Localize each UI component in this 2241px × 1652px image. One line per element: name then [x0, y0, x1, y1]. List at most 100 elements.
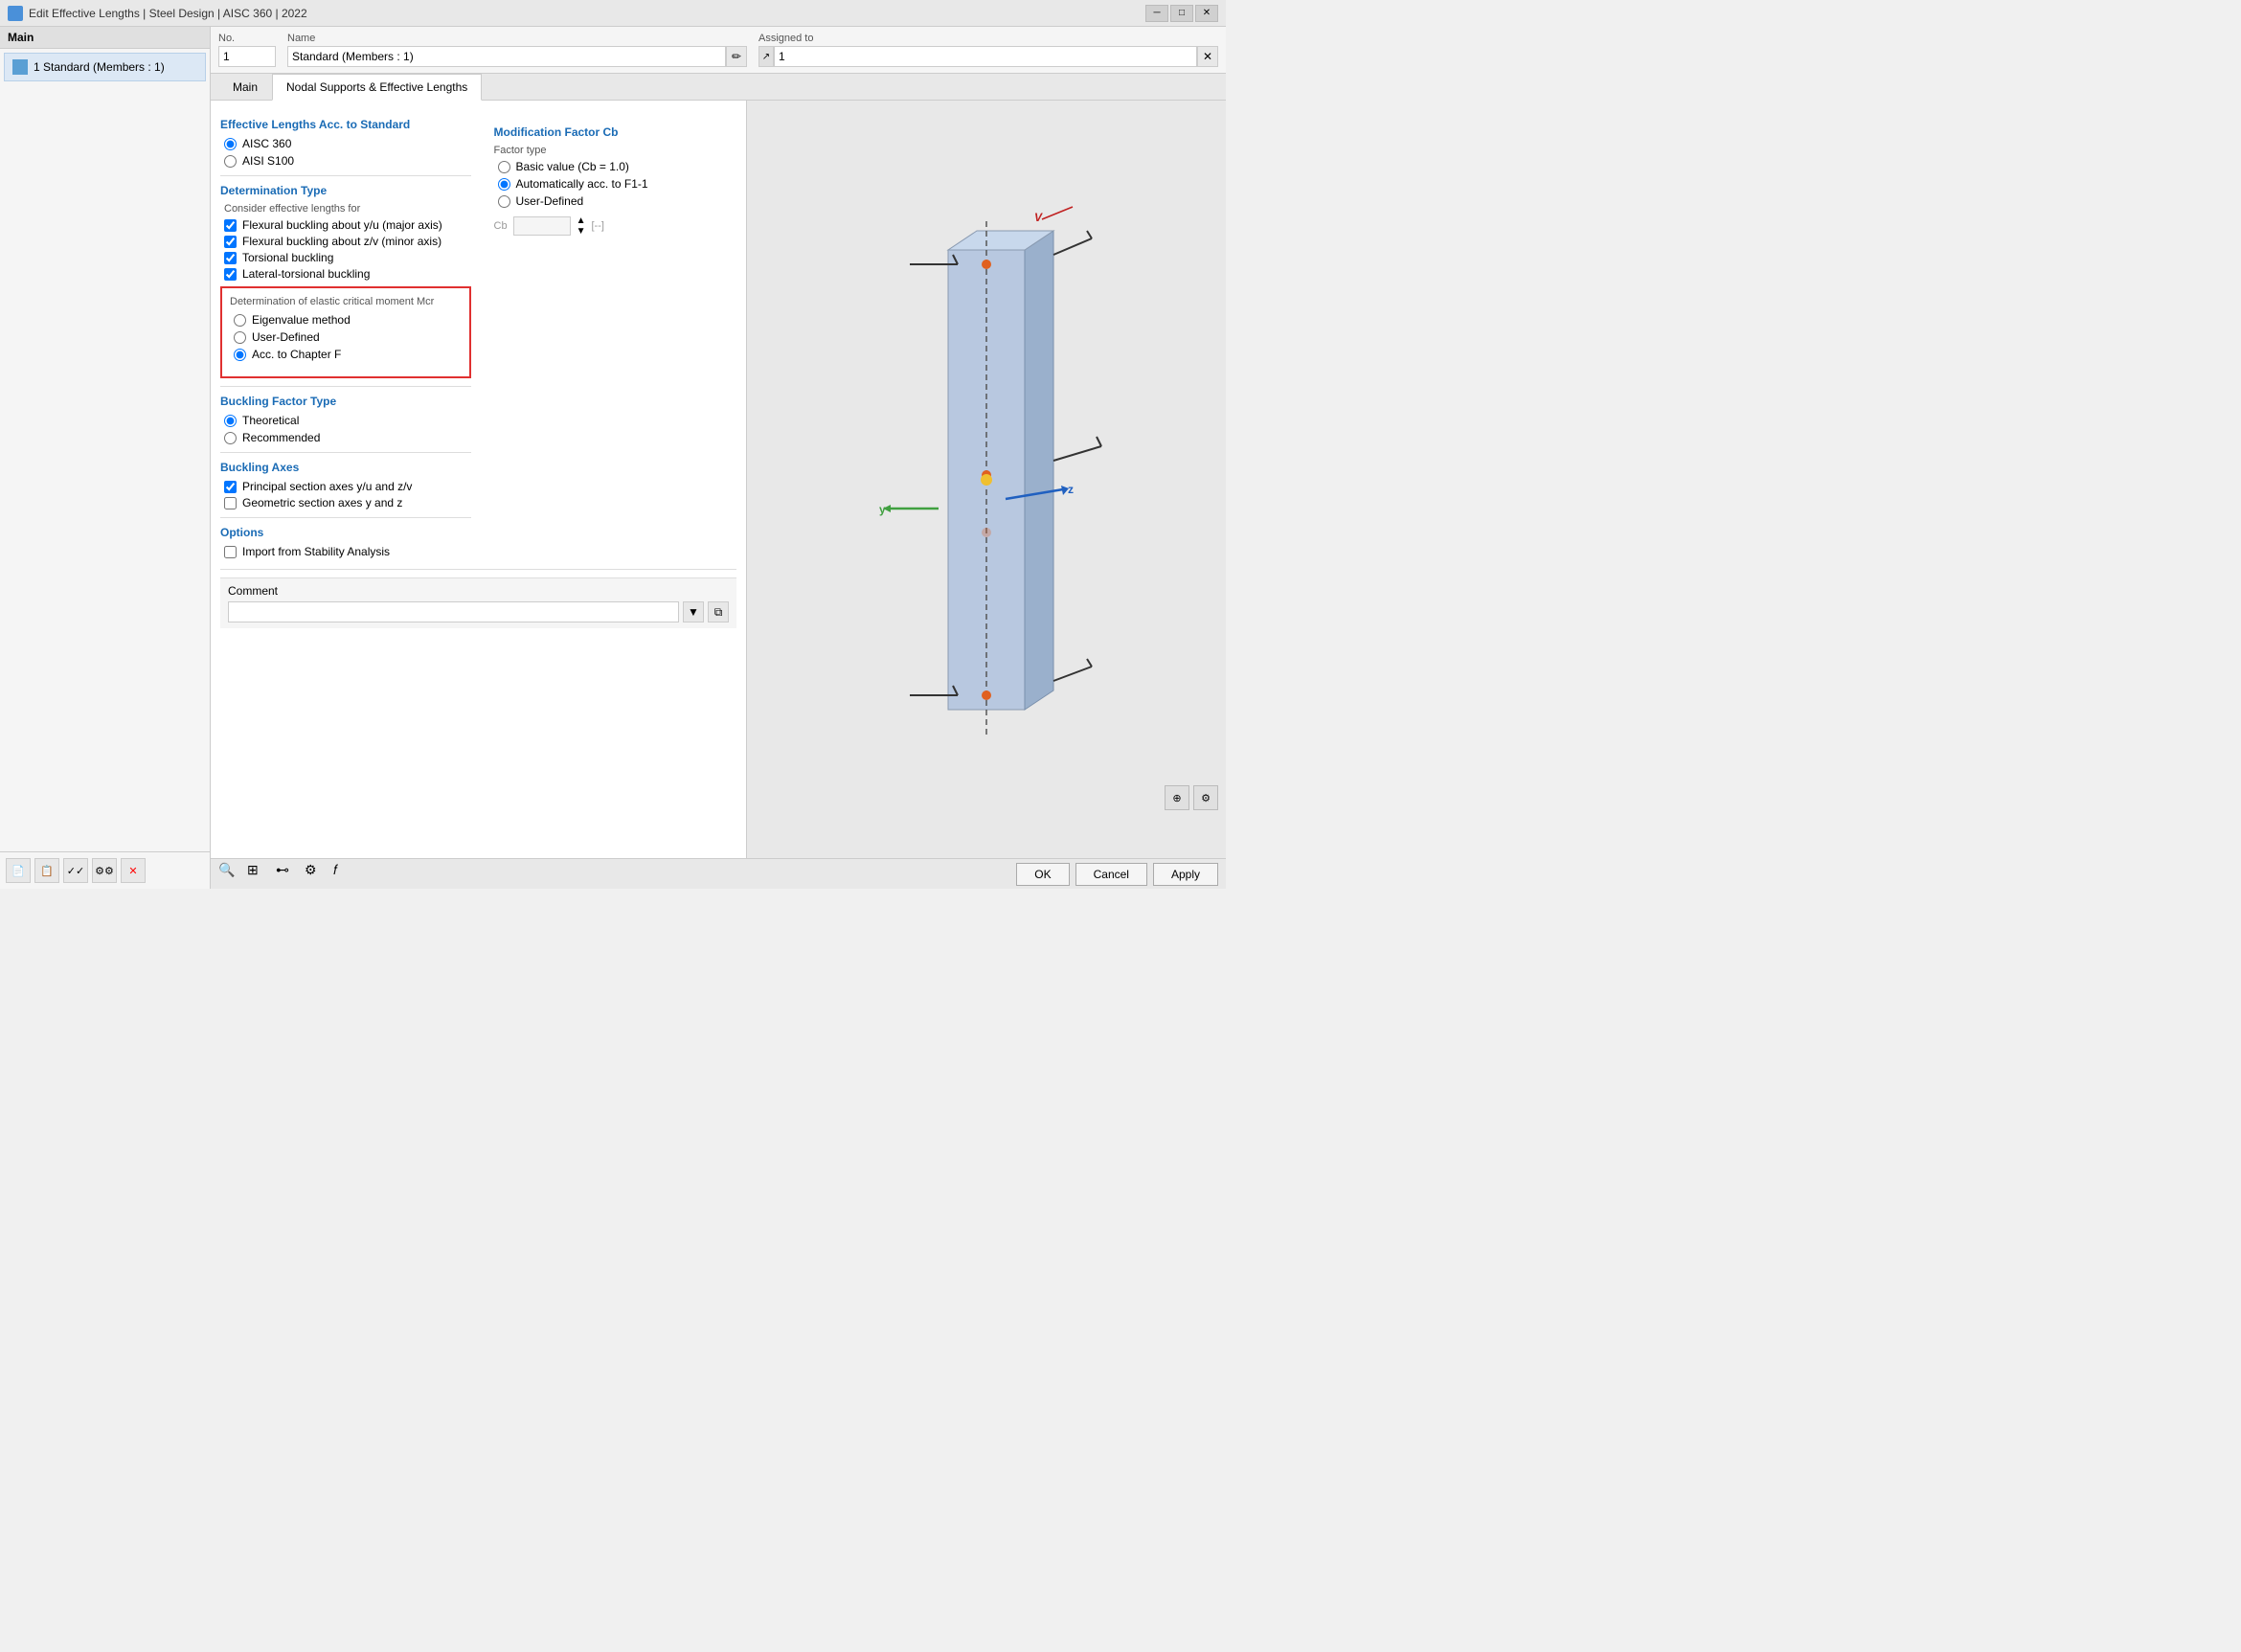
cancel-button[interactable]: Cancel	[1075, 863, 1147, 886]
aisi-radio[interactable]	[224, 155, 237, 168]
assigned-clear-button[interactable]: ✕	[1197, 46, 1218, 67]
eigenvalue-label: Eigenvalue method	[252, 313, 351, 327]
determination-type-header: Determination Type	[220, 184, 471, 197]
chapter-f-radio-item[interactable]: Acc. to Chapter F	[234, 348, 462, 361]
consider-label: Consider effective lengths for	[224, 203, 471, 215]
buckling-axes-header: Buckling Axes	[220, 461, 471, 474]
options-header: Options	[220, 526, 471, 539]
aisc360-radio[interactable]	[224, 138, 237, 150]
new-button[interactable]: 📄	[6, 858, 31, 883]
check4-checkbox[interactable]	[224, 268, 237, 281]
axis-icon[interactable]: ⊷	[276, 862, 301, 887]
comment-input[interactable]	[228, 601, 679, 622]
viz-icon-2[interactable]: ⚙	[1193, 785, 1218, 810]
user-defined-label: User-Defined	[252, 330, 320, 344]
recommended-radio[interactable]	[224, 432, 237, 444]
theoretical-radio[interactable]	[224, 415, 237, 427]
comment-copy-button[interactable]: ⧉	[708, 601, 729, 622]
theoretical-label: Theoretical	[242, 414, 299, 427]
check1-label: Flexural buckling about y/u (major axis)	[242, 218, 442, 232]
cb-label: Cb	[494, 220, 508, 232]
no-input[interactable]	[218, 46, 276, 67]
ok-button[interactable]: OK	[1016, 863, 1069, 886]
auto-acc-radio-item[interactable]: Automatically acc. to F1-1	[498, 177, 730, 191]
comment-dropdown-button[interactable]: ▼	[683, 601, 704, 622]
recommended-label: Recommended	[242, 431, 320, 444]
import-stability-item[interactable]: Import from Stability Analysis	[224, 545, 471, 558]
principal-axes-item[interactable]: Principal section axes y/u and z/v	[224, 480, 471, 493]
name-input[interactable]	[287, 46, 726, 67]
aisc360-radio-item[interactable]: AISC 360	[224, 137, 471, 150]
minimize-button[interactable]: ─	[1145, 5, 1168, 22]
check3-item[interactable]: Torsional buckling	[224, 251, 471, 264]
check-button[interactable]: ✓✓	[63, 858, 88, 883]
elastic-critical-box: Determination of elastic critical moment…	[220, 286, 471, 378]
tab-nodal-supports[interactable]: Nodal Supports & Effective Lengths	[272, 74, 482, 101]
check2-item[interactable]: Flexural buckling about z/v (minor axis)	[224, 235, 471, 248]
elastic-critical-title: Determination of elastic critical moment…	[230, 296, 462, 307]
chapter-f-label: Acc. to Chapter F	[252, 348, 341, 361]
tools-button[interactable]: ⚙⚙	[92, 858, 117, 883]
user-defined-radio[interactable]	[234, 331, 246, 344]
geometric-axes-checkbox[interactable]	[224, 497, 237, 509]
assigned-icon: ↗	[758, 46, 774, 67]
content-area: Effective Lengths Acc. to Standard AISC …	[211, 101, 1226, 858]
grid-icon[interactable]: ⊞	[247, 862, 272, 887]
settings-icon[interactable]: ⚙	[305, 862, 329, 887]
user-defined-mod-radio[interactable]	[498, 195, 510, 208]
elastic-critical-radio-group: Eigenvalue method User-Defined Acc. to C…	[234, 313, 462, 361]
list-item[interactable]: 1 Standard (Members : 1)	[4, 53, 206, 81]
factor-type-label: Factor type	[494, 145, 730, 156]
cb-stepper[interactable]: ▲▼	[577, 215, 586, 237]
auto-acc-radio[interactable]	[498, 178, 510, 191]
modification-factor-section: Modification Factor Cb Factor type Basic…	[487, 110, 737, 244]
comment-area: Comment ▼ ⧉	[220, 577, 736, 628]
no-field: No.	[218, 33, 276, 67]
chapter-f-radio[interactable]	[234, 349, 246, 361]
svg-text:z: z	[1068, 483, 1074, 496]
left-content-panel: Effective Lengths Acc. to Standard AISC …	[211, 101, 747, 858]
assigned-input[interactable]	[774, 46, 1197, 67]
visualization-panel: y z V ⊕ ⚙	[747, 101, 1226, 858]
copy-button[interactable]: 📋	[34, 858, 59, 883]
user-defined-radio-item[interactable]: User-Defined	[234, 330, 462, 344]
comment-label: Comment	[228, 584, 729, 598]
script-icon[interactable]: 𝑓	[333, 862, 358, 887]
check1-item[interactable]: Flexural buckling about y/u (major axis)	[224, 218, 471, 232]
tabs-row: Main Nodal Supports & Effective Lengths	[211, 74, 1226, 101]
check2-label: Flexural buckling about z/v (minor axis)	[242, 235, 441, 248]
tab-main[interactable]: Main	[218, 74, 272, 100]
theoretical-radio-item[interactable]: Theoretical	[224, 414, 471, 427]
geometric-axes-item[interactable]: Geometric section axes y and z	[224, 496, 471, 509]
eigenvalue-radio-item[interactable]: Eigenvalue method	[234, 313, 462, 327]
svg-text:V: V	[1034, 211, 1043, 224]
cb-input[interactable]	[513, 216, 571, 236]
basic-value-radio[interactable]	[498, 161, 510, 173]
zoom-icon[interactable]: 🔍	[218, 862, 243, 887]
eigenvalue-radio[interactable]	[234, 314, 246, 327]
3d-visualization: y z V	[795, 192, 1178, 767]
delete-button[interactable]: ✕	[121, 858, 146, 883]
check1-checkbox[interactable]	[224, 219, 237, 232]
aisi-radio-item[interactable]: AISI S100	[224, 154, 471, 168]
check4-item[interactable]: Lateral-torsional buckling	[224, 267, 471, 281]
name-edit-button[interactable]: ✏	[726, 46, 747, 67]
buckling-factor-header: Buckling Factor Type	[220, 395, 471, 408]
check3-checkbox[interactable]	[224, 252, 237, 264]
viz-icon-1[interactable]: ⊕	[1165, 785, 1189, 810]
recommended-radio-item[interactable]: Recommended	[224, 431, 471, 444]
check4-label: Lateral-torsional buckling	[242, 267, 370, 281]
user-defined-mod-radio-item[interactable]: User-Defined	[498, 194, 730, 208]
name-field: Name ✏	[287, 33, 747, 67]
check2-checkbox[interactable]	[224, 236, 237, 248]
basic-value-label: Basic value (Cb = 1.0)	[516, 160, 629, 173]
principal-axes-checkbox[interactable]	[224, 481, 237, 493]
header-row: No. Name ✏ Assigned to ↗ ✕	[211, 27, 1226, 74]
basic-value-radio-item[interactable]: Basic value (Cb = 1.0)	[498, 160, 730, 173]
maximize-button[interactable]: □	[1170, 5, 1193, 22]
close-button[interactable]: ✕	[1195, 5, 1218, 22]
aisi-label: AISI S100	[242, 154, 294, 168]
list-item-label: 1 Standard (Members : 1)	[34, 60, 165, 74]
apply-button[interactable]: Apply	[1153, 863, 1218, 886]
import-stability-checkbox[interactable]	[224, 546, 237, 558]
